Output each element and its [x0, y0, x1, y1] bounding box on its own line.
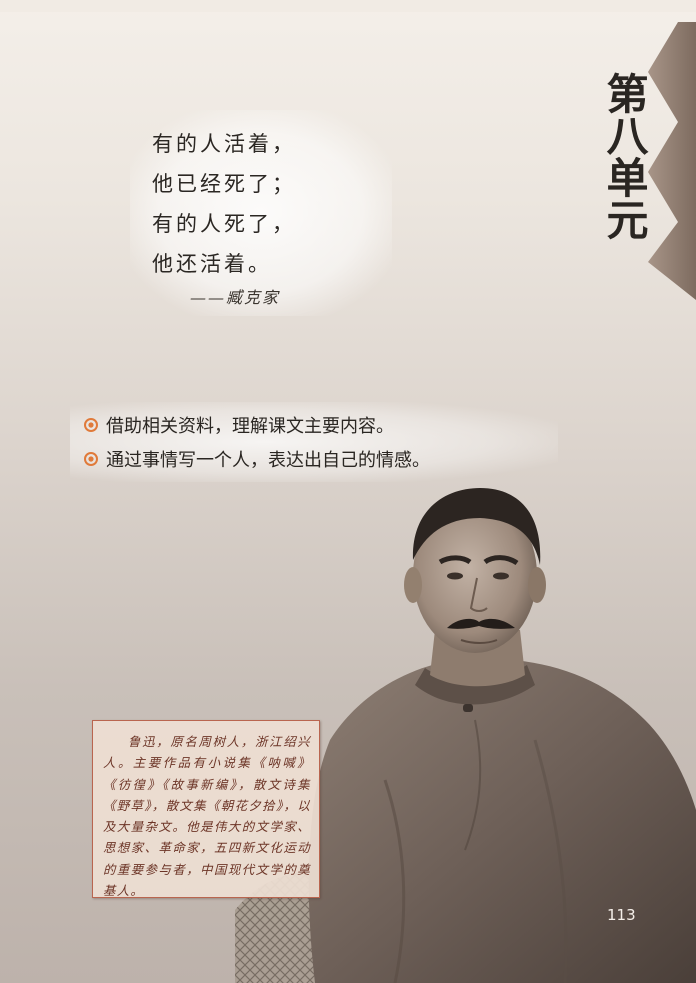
poem-line: 有的人死了，	[152, 212, 296, 236]
epigraph-poem: 有的人活着， 他已经死了； 有的人死了， 他还活着。 ——臧克家	[130, 110, 392, 316]
bullet-circle-icon	[84, 452, 98, 466]
page-number: 113	[607, 906, 636, 924]
top-strip	[0, 0, 696, 12]
author-bio-text: 鲁迅，原名周树人，浙江绍兴人。主要作品有小说集《呐喊》《彷徨》《故事新编》，散文…	[103, 734, 311, 899]
goal-item: 借助相关资料，理解课文主要内容。	[84, 408, 544, 442]
goal-text: 借助相关资料，理解课文主要内容。	[106, 416, 394, 437]
poem-author: ——臧克家	[190, 288, 281, 307]
goal-item: 通过事情写一个人，表达出自己的情感。	[84, 442, 544, 476]
poem-line: 有的人活着，	[152, 132, 296, 156]
bullet-circle-icon	[84, 418, 98, 432]
unit-goals: 借助相关资料，理解课文主要内容。 通过事情写一个人，表达出自己的情感。	[70, 402, 558, 482]
poem-line: 他还活着。	[152, 252, 272, 276]
unit-title: 第八单元	[600, 72, 649, 240]
goal-text: 通过事情写一个人，表达出自己的情感。	[106, 450, 430, 471]
author-bio-box: 鲁迅，原名周树人，浙江绍兴人。主要作品有小说集《呐喊》《彷徨》《故事新编》，散文…	[92, 720, 320, 898]
poem-line: 他已经死了；	[152, 172, 296, 196]
